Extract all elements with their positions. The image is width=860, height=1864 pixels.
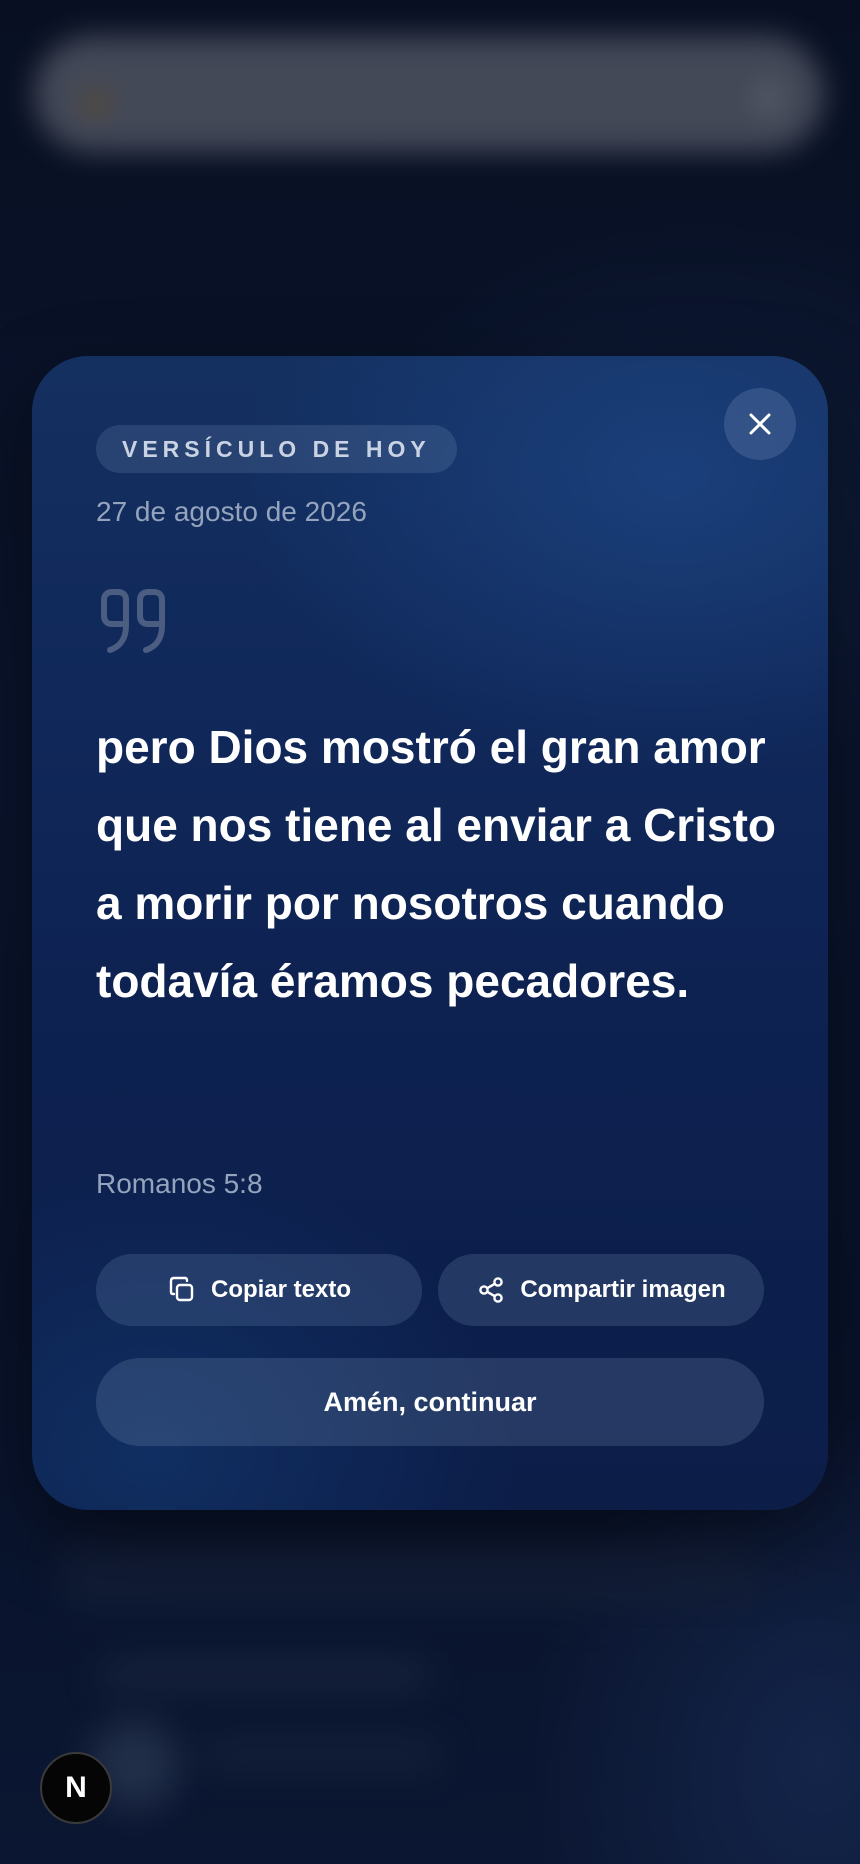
badge-label: VERSÍCULO DE HOY [122, 435, 431, 462]
verse-reference: Romanos 5:8 [96, 1168, 263, 1199]
share-icon [476, 1275, 506, 1305]
copy-text-label: Copiar texto [210, 1276, 351, 1303]
close-button[interactable] [724, 388, 796, 460]
copy-icon [167, 1275, 197, 1305]
daily-verse-modal: VERSÍCULO DE HOY 27 de agosto de 2026 pe… [32, 356, 828, 1510]
close-icon [749, 413, 771, 435]
share-image-button[interactable]: Compartir imagen [438, 1254, 764, 1326]
copy-text-button[interactable]: Copiar texto [96, 1254, 422, 1326]
floating-n-badge[interactable]: N [40, 1752, 112, 1824]
verse-date: 27 de agosto de 2026 [96, 496, 367, 527]
amen-continue-button[interactable]: Amén, continuar [96, 1358, 764, 1446]
verse-of-the-day-badge: VERSÍCULO DE HOY [96, 425, 457, 473]
share-image-label: Compartir imagen [520, 1276, 726, 1303]
verse-text: pero Dios mostró el gran amor que nos ti… [96, 721, 776, 1007]
quote-icon [101, 589, 165, 653]
n-badge-label: N [65, 1771, 87, 1804]
amen-continue-label: Amén, continuar [323, 1386, 537, 1417]
